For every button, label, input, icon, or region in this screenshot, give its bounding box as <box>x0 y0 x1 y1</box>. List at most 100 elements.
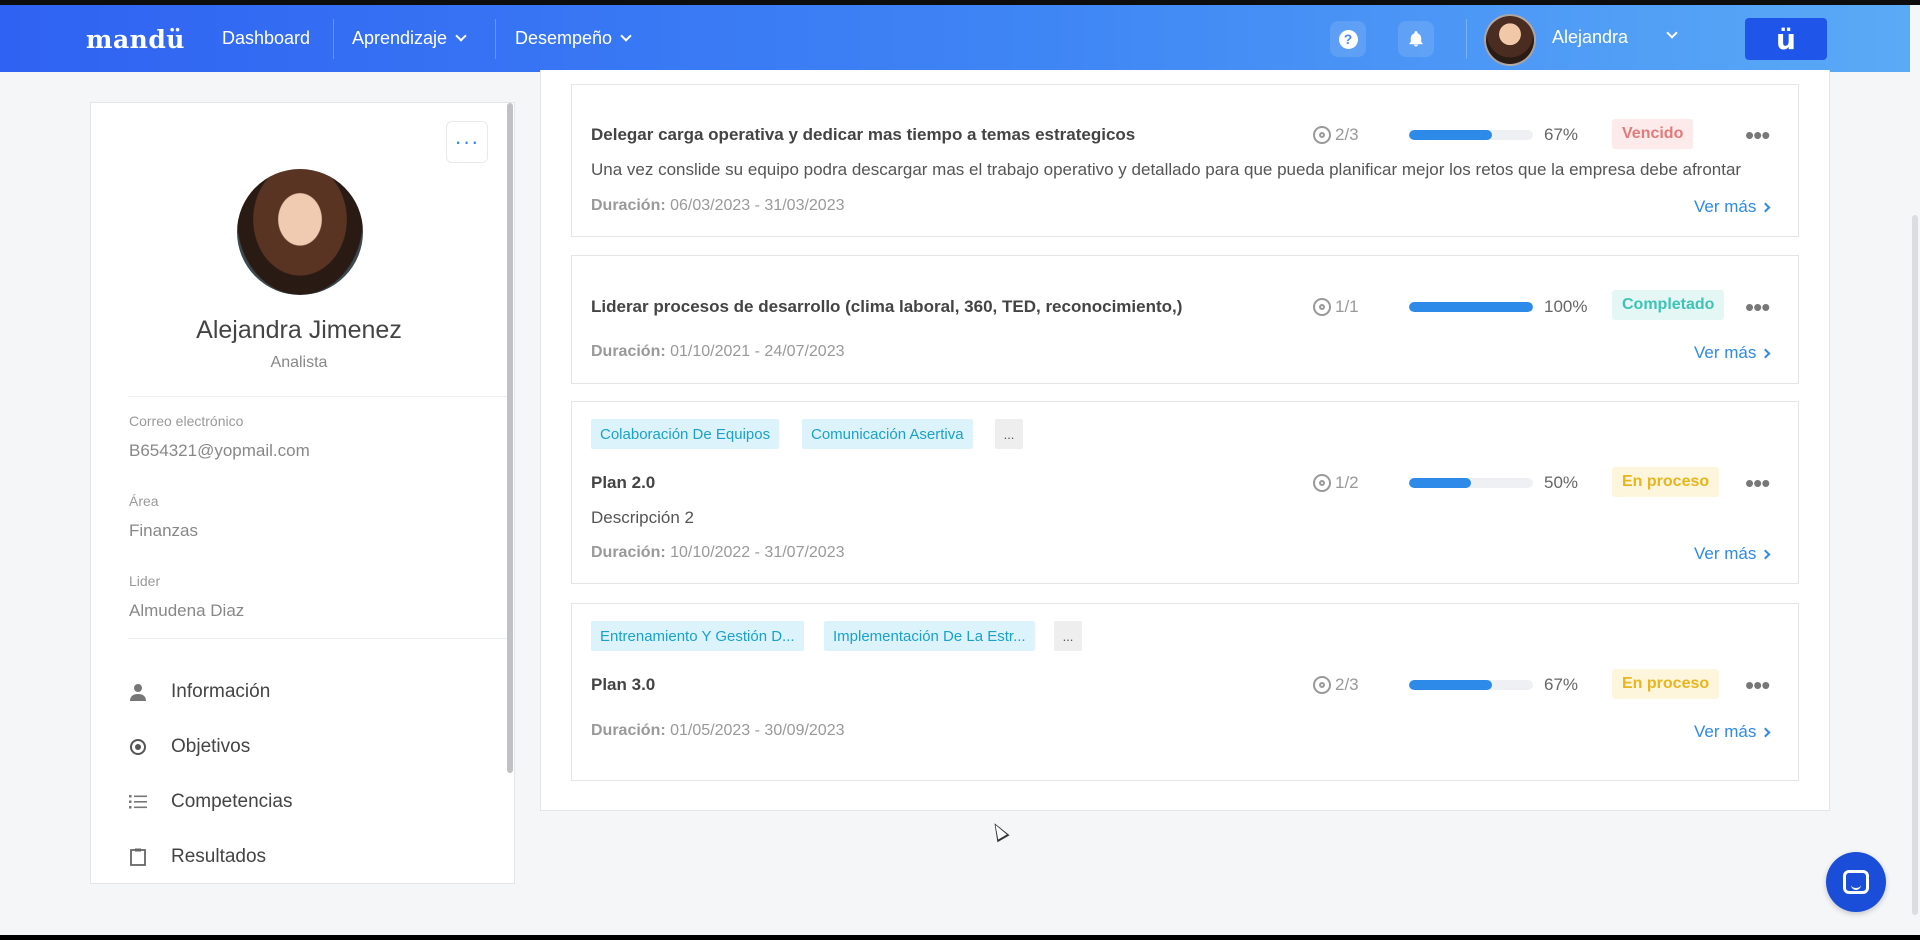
plan-duration: Duración: 01/05/2023 - 30/09/2023 <box>591 722 845 740</box>
competency-tag: Implementación De La Estr... <box>824 621 1035 651</box>
plan-card: Entrenamiento Y Gestión D... Implementac… <box>571 603 1799 781</box>
see-more-label: Ver más <box>1694 544 1757 563</box>
more-tags-button[interactable]: ... <box>995 419 1023 449</box>
plan-card: Delegar carga operativa y dedicar mas ti… <box>571 84 1799 237</box>
nav-dashboard[interactable]: Dashboard <box>222 28 310 49</box>
profile-sidebar: ··· Alejandra Jimenez Analista Correo el… <box>90 102 515 884</box>
chevron-down-icon <box>455 30 467 42</box>
profile-options-button[interactable]: ··· <box>446 121 488 163</box>
plan-goals-count: 1/1 <box>1335 297 1359 316</box>
logo[interactable]: mandü <box>86 25 185 54</box>
competency-tag: Colaboración De Equipos <box>591 419 780 449</box>
competency-tag: Comunicación Asertiva <box>802 419 973 449</box>
user-name[interactable]: Alejandra <box>1552 27 1628 48</box>
brand-button[interactable]: ü <box>1745 18 1827 60</box>
status-badge: En proceso <box>1612 669 1720 699</box>
user-avatar[interactable] <box>1484 14 1536 66</box>
email-value: B654321@yopmail.com <box>129 441 310 460</box>
goal-target-icon <box>1313 676 1331 694</box>
duration-value: 10/10/2022 - 31/07/2023 <box>670 544 845 561</box>
divider <box>128 396 507 397</box>
see-more-link[interactable]: Ver más <box>1694 544 1771 564</box>
menu-item-label: Información <box>171 681 271 702</box>
menu-item-label: Competencias <box>171 791 293 812</box>
competency-tag: Entrenamiento Y Gestión D... <box>591 621 804 651</box>
plan-progress-label: 67% <box>1544 675 1579 694</box>
plan-goals-count: 1/2 <box>1335 473 1359 492</box>
plan-goals-count: 2/3 <box>1335 125 1359 144</box>
chevron-down-icon <box>620 30 632 42</box>
plan-card: Colaboración De Equipos Comunicación Ase… <box>571 401 1799 584</box>
leader-value: Almudena Diaz <box>129 601 245 620</box>
duration-label: Duración: <box>591 343 666 360</box>
duration-label: Duración: <box>591 197 666 214</box>
see-more-link[interactable]: Ver más <box>1694 197 1771 217</box>
menu-item-competencias[interactable]: Competencias <box>129 791 292 813</box>
plan-goals: 1/1 <box>1313 297 1359 317</box>
plan-options-button[interactable]: ••• <box>1745 122 1770 148</box>
duration-value: 01/10/2021 - 24/07/2023 <box>670 343 845 360</box>
see-more-label: Ver más <box>1694 197 1757 216</box>
area-value: Finanzas <box>129 521 198 540</box>
nav-aprendizaje[interactable]: Aprendizaje <box>352 28 467 49</box>
goal-target-icon <box>1313 474 1331 492</box>
chat-support-button[interactable] <box>1826 852 1886 912</box>
plan-title[interactable]: Delegar carga operativa y dedicar mas ti… <box>591 125 1135 145</box>
leader-label: Lider <box>129 573 161 589</box>
nav-aprendizaje-label: Aprendizaje <box>352 28 448 48</box>
see-more-label: Ver más <box>1694 343 1757 362</box>
plan-description: Una vez conslide su equipo podra descarg… <box>591 160 1742 179</box>
plan-title[interactable]: Plan 2.0 <box>591 473 655 493</box>
notifications-button[interactable] <box>1398 21 1434 57</box>
plan-goals: 2/3 <box>1313 125 1359 145</box>
nav-separator <box>333 19 334 59</box>
target-icon <box>129 738 147 756</box>
status-badge: Completado <box>1612 290 1725 320</box>
page-scrollbar[interactable] <box>1910 5 1920 935</box>
duration-label: Duración: <box>591 544 666 561</box>
more-tags-button[interactable]: ... <box>1054 621 1082 651</box>
top-navbar: mandü Dashboard Aprendizaje Desempeño ? … <box>0 5 1910 72</box>
see-more-label: Ver más <box>1694 722 1757 741</box>
see-more-link[interactable]: Ver más <box>1694 343 1771 363</box>
plan-progress-label: 67% <box>1544 125 1579 144</box>
plan-options-button[interactable]: ••• <box>1745 470 1770 496</box>
divider <box>128 638 507 639</box>
user-icon <box>129 683 147 701</box>
page-scrollbar-thumb[interactable] <box>1912 215 1918 915</box>
menu-item-resultados[interactable]: Resultados <box>129 846 266 868</box>
chevron-right-icon <box>1760 348 1771 358</box>
chevron-right-icon <box>1760 727 1771 737</box>
menu-item-objetivos[interactable]: Objetivos <box>129 736 250 758</box>
list-icon <box>129 793 147 811</box>
sidebar-scrollbar[interactable] <box>507 103 513 773</box>
profile-role: Analista <box>270 354 328 371</box>
help-button[interactable]: ? <box>1330 21 1366 57</box>
plan-title[interactable]: Plan 3.0 <box>591 675 655 695</box>
user-menu-chevron-icon[interactable] <box>1666 27 1678 39</box>
plan-duration: Duración: 06/03/2023 - 31/03/2023 <box>591 197 845 215</box>
area-label: Área <box>129 493 159 509</box>
bell-icon <box>1409 31 1423 47</box>
goal-target-icon <box>1313 126 1331 144</box>
plan-title[interactable]: Liderar procesos de desarrollo (clima la… <box>591 297 1182 317</box>
email-label: Correo electrónico <box>129 413 244 429</box>
plan-duration: Duración: 01/10/2021 - 24/07/2023 <box>591 343 845 361</box>
see-more-link[interactable]: Ver más <box>1694 722 1771 742</box>
menu-item-informacion[interactable]: Información <box>129 681 270 703</box>
plan-options-button[interactable]: ••• <box>1745 294 1770 320</box>
chevron-right-icon <box>1760 549 1771 559</box>
plan-options-button[interactable]: ••• <box>1745 672 1770 698</box>
nav-desempeno-label: Desempeño <box>515 28 613 48</box>
plan-progress-bar <box>1409 478 1533 488</box>
plan-progress-bar <box>1409 302 1533 312</box>
mouse-cursor-icon <box>988 819 1010 843</box>
plan-progress-bar <box>1409 130 1533 140</box>
plan-progress-fill <box>1409 680 1493 690</box>
plan-progress-bar <box>1409 680 1533 690</box>
nav-desempeno[interactable]: Desempeño <box>515 28 632 49</box>
profile-name: Alejandra Jimenez <box>196 316 402 344</box>
app-frame: mandü Dashboard Aprendizaje Desempeño ? … <box>0 0 1920 935</box>
chevron-right-icon <box>1760 202 1771 212</box>
status-badge: Vencido <box>1612 119 1694 149</box>
